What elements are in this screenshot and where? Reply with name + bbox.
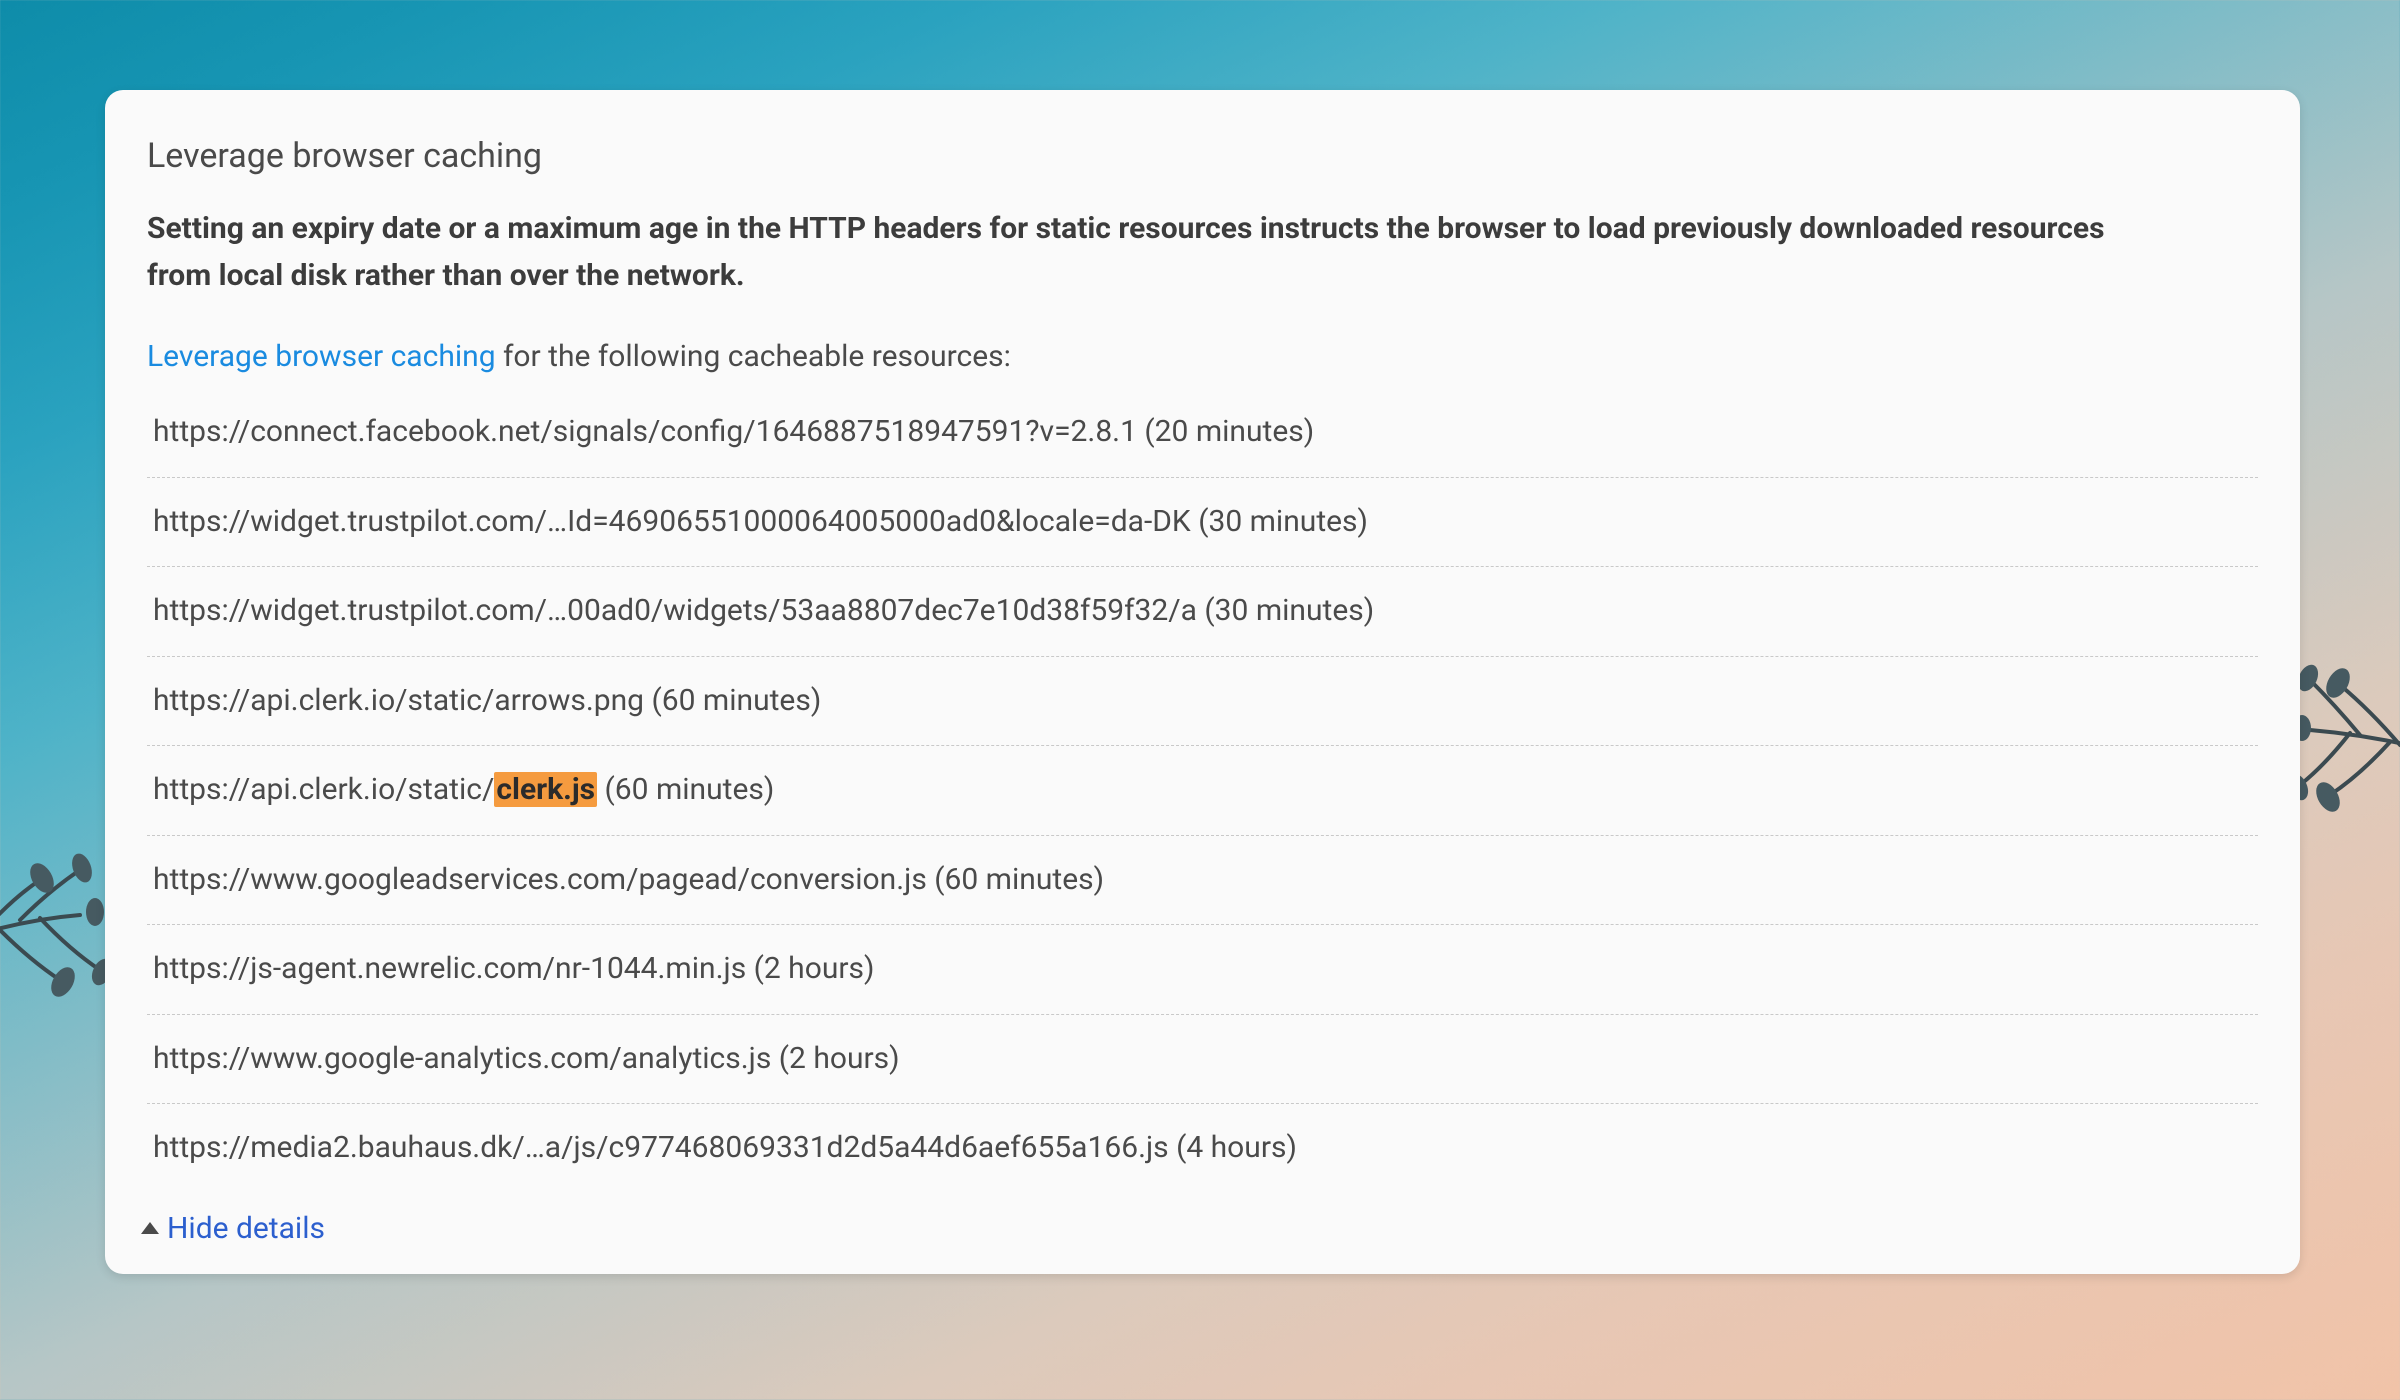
resource-row: https://js-agent.newrelic.com/nr-1044.mi… xyxy=(147,925,2258,1015)
resource-row: https://api.clerk.io/static/clerk.js (60… xyxy=(147,746,2258,836)
resource-row: https://widget.trustpilot.com/…Id=469065… xyxy=(147,478,2258,568)
resource-url-prefix: https://api.clerk.io/static/arrows.png (… xyxy=(153,683,821,718)
resource-row: https://connect.facebook.net/signals/con… xyxy=(147,388,2258,478)
resource-url-prefix: https://media2.bauhaus.dk/…a/js/c9774680… xyxy=(153,1130,1297,1165)
hide-details-button[interactable]: Hide details xyxy=(105,1193,367,1246)
resource-url-prefix: https://www.googleadservices.com/pagead/… xyxy=(153,862,1104,897)
resource-list: https://connect.facebook.net/signals/con… xyxy=(105,388,2300,1193)
resource-url-prefix: https://www.google-analytics.com/analyti… xyxy=(153,1041,900,1076)
triangle-up-icon xyxy=(141,1222,159,1234)
resource-row: https://www.googleadservices.com/pagead/… xyxy=(147,836,2258,926)
resource-row: https://media2.bauhaus.dk/…a/js/c9774680… xyxy=(147,1104,2258,1193)
resource-url-prefix: https://js-agent.newrelic.com/nr-1044.mi… xyxy=(153,951,874,986)
resource-url-prefix: https://api.clerk.io/static/ xyxy=(153,772,494,807)
resource-row: https://www.google-analytics.com/analyti… xyxy=(147,1015,2258,1105)
hide-details-label: Hide details xyxy=(167,1211,325,1246)
resource-url-prefix: https://widget.trustpilot.com/…Id=469065… xyxy=(153,504,1368,539)
resource-url-prefix: https://widget.trustpilot.com/…00ad0/wid… xyxy=(153,593,1374,628)
leverage-caching-link[interactable]: Leverage browser caching xyxy=(147,339,496,374)
intro-line: Leverage browser caching for the followi… xyxy=(105,339,2300,388)
intro-tail: for the following cacheable resources: xyxy=(496,339,1011,374)
card-title: Leverage browser caching xyxy=(105,136,2300,206)
card-description: Setting an expiry date or a maximum age … xyxy=(105,206,2185,339)
resource-highlight: clerk.js xyxy=(494,772,597,807)
audit-card: Leverage browser caching Setting an expi… xyxy=(105,90,2300,1274)
resource-row: https://api.clerk.io/static/arrows.png (… xyxy=(147,657,2258,747)
resource-url-suffix: (60 minutes) xyxy=(597,772,774,807)
resource-url-prefix: https://connect.facebook.net/signals/con… xyxy=(153,414,1314,449)
resource-row: https://widget.trustpilot.com/…00ad0/wid… xyxy=(147,567,2258,657)
